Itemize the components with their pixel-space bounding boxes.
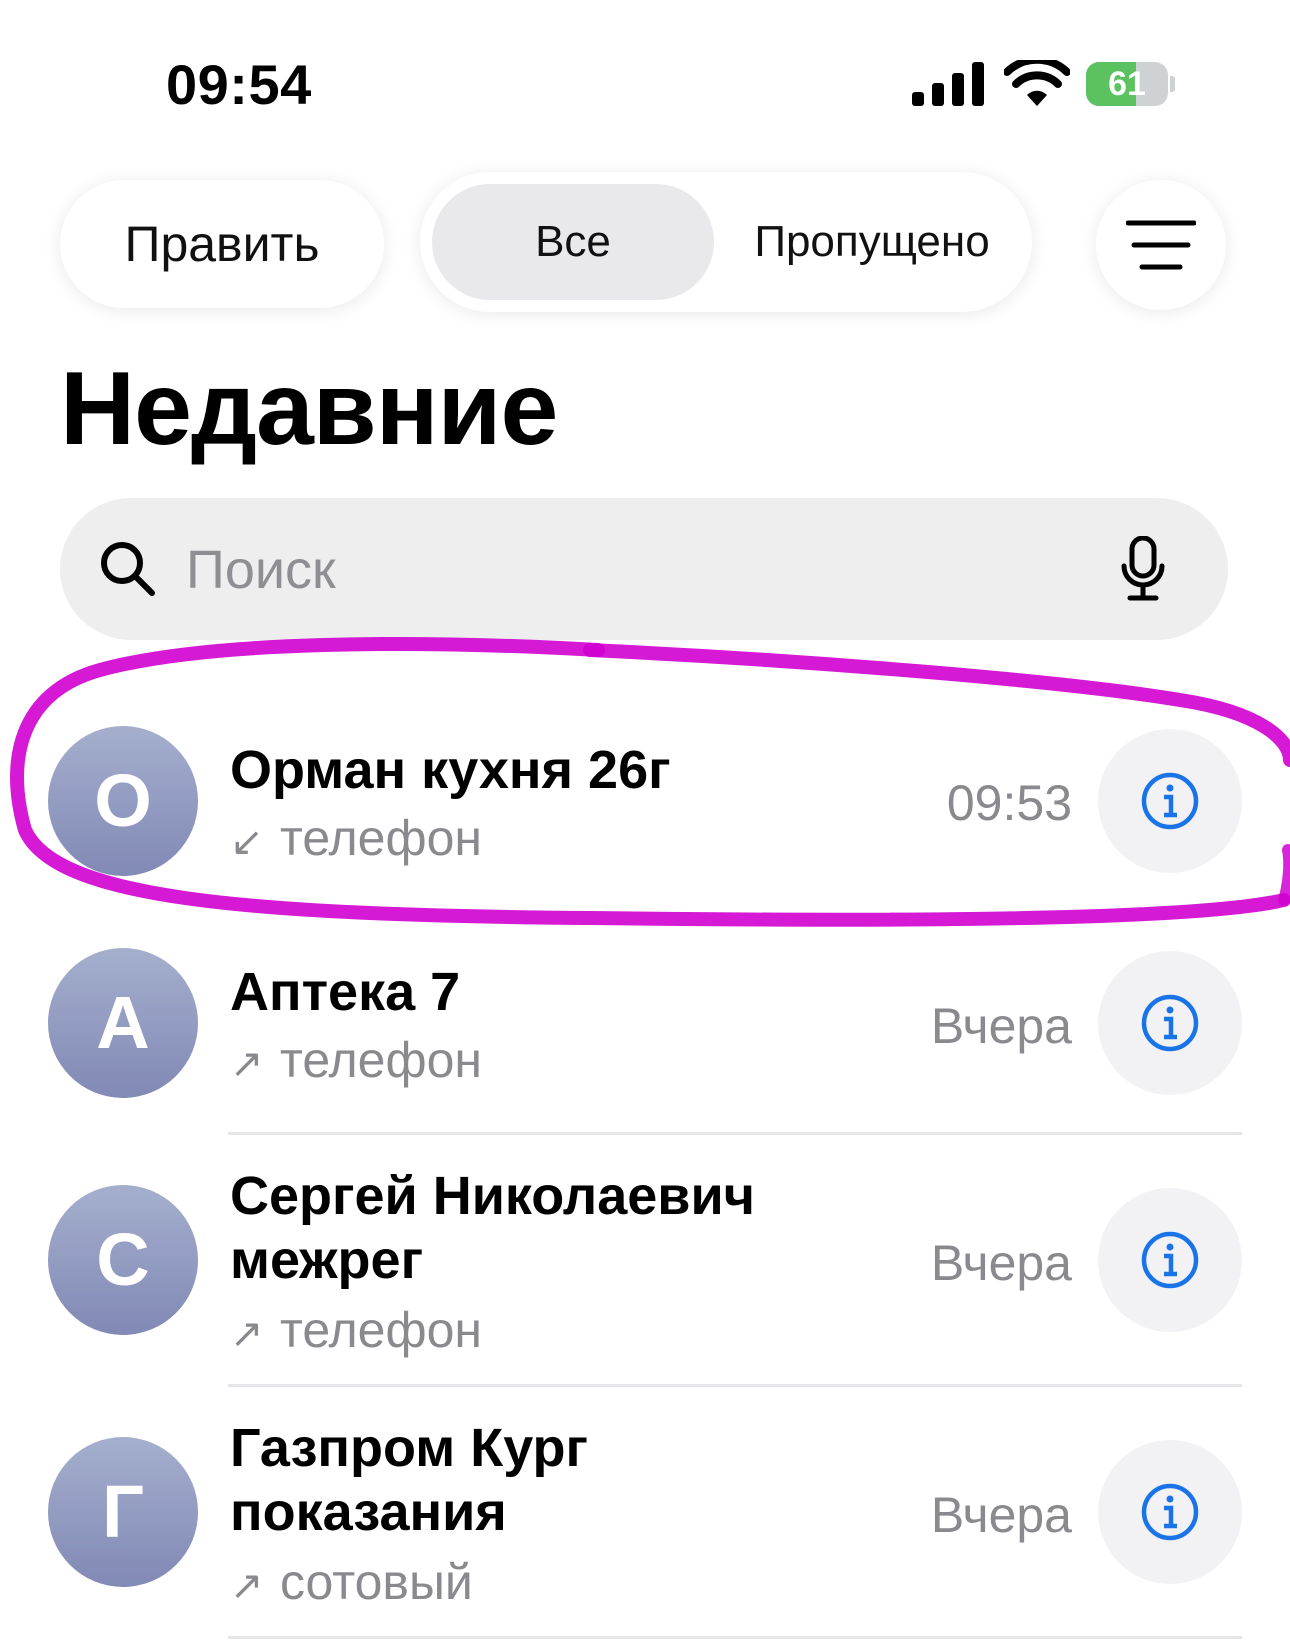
contact-name: Сергей Николаевич межрег <box>230 1166 755 1290</box>
segmented-control: Все Пропущено <box>420 172 1032 312</box>
call-time: Вчера <box>930 1487 1072 1543</box>
wifi-icon <box>1004 60 1070 106</box>
avatar: А <box>48 948 198 1098</box>
info-icon <box>1141 1231 1199 1289</box>
divider <box>228 1132 1242 1135</box>
search-input[interactable] <box>184 498 1068 642</box>
info-button[interactable] <box>1098 1440 1242 1584</box>
edit-button[interactable]: Править <box>60 180 384 308</box>
tab-missed[interactable]: Пропущено <box>720 184 1024 300</box>
contact-name: Аптека 7 <box>230 962 461 1022</box>
call-type: ↗ телефон <box>230 1030 482 1094</box>
divider <box>228 1384 1242 1387</box>
info-icon <box>1141 994 1199 1052</box>
microphone-icon[interactable] <box>1120 536 1166 602</box>
info-button[interactable] <box>1098 1188 1242 1332</box>
recents-screen: 09:54 61 Править Все Пропущено Недавние … <box>0 0 1290 1645</box>
call-time: Вчера <box>930 1235 1072 1291</box>
outgoing-call-icon: ↗ <box>230 1312 264 1356</box>
call-type-label: сотовый <box>280 1554 473 1610</box>
call-type-label: телефон <box>280 1032 483 1088</box>
info-icon <box>1141 1483 1199 1541</box>
incoming-call-icon: ↙ <box>230 820 264 864</box>
outgoing-call-icon: ↗ <box>230 1564 264 1608</box>
call-type-label: телефон <box>280 1302 483 1358</box>
call-type: ↗ сотовый <box>230 1552 473 1616</box>
contact-name: Орман кухня 26г <box>230 740 671 800</box>
status-time: 09:54 <box>166 53 312 116</box>
tab-all[interactable]: Все <box>432 184 714 300</box>
outgoing-call-icon: ↗ <box>230 1042 264 1086</box>
battery-percent: 61 <box>1108 65 1146 103</box>
call-time: Вчера <box>930 998 1072 1054</box>
info-button[interactable] <box>1098 951 1242 1095</box>
divider <box>228 1636 1242 1639</box>
filter-lines-icon <box>1126 220 1196 270</box>
battery-charging-icon: 61 <box>1086 62 1175 106</box>
call-type: ↙ телефон <box>230 808 482 872</box>
info-button[interactable] <box>1098 729 1242 873</box>
call-type-label: телефон <box>280 810 483 866</box>
search-icon <box>101 542 155 596</box>
avatar: С <box>48 1185 198 1335</box>
page-title: Недавние <box>60 351 558 467</box>
contact-name: Газпром Кург показания <box>230 1418 589 1542</box>
search-bar[interactable] <box>60 498 1228 642</box>
signal-icon <box>912 62 984 106</box>
filter-button[interactable] <box>1096 180 1226 310</box>
call-type: ↗ телефон <box>230 1300 482 1364</box>
call-time: 09:53 <box>946 775 1072 831</box>
avatar: Г <box>48 1437 198 1587</box>
avatar: О <box>48 726 198 876</box>
info-icon <box>1141 772 1199 830</box>
